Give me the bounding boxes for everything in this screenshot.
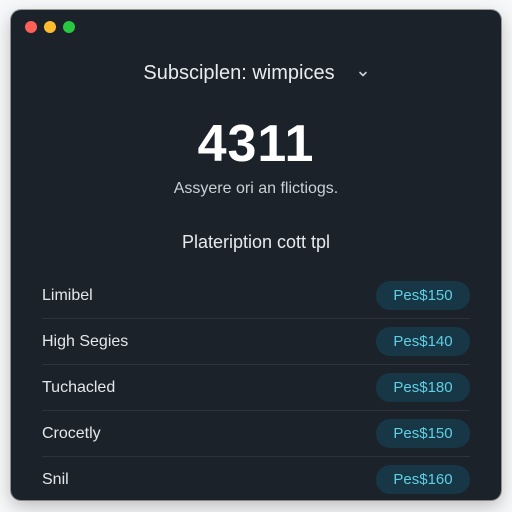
price-badge[interactable]: Pes$180 [376,373,470,402]
list-item[interactable]: Tuchacled Pes$180 [42,365,470,411]
list-item[interactable]: Limibel Pes$150 [42,273,470,319]
plan-label: Tuchacled [42,378,116,396]
minimize-window-button[interactable] [44,21,56,33]
price-badge[interactable]: Pes$160 [376,465,470,494]
window-controls [25,21,75,33]
price-badge[interactable]: Pes$150 [376,419,470,448]
maximize-window-button[interactable] [63,21,75,33]
subscription-title: Subsciplen: wimpices [143,62,335,84]
close-window-button[interactable] [25,21,37,33]
price-badge[interactable]: Pes$140 [376,327,470,356]
section-title: Plateription cott tpl [181,232,331,252]
price-badge[interactable]: Pes$150 [376,281,470,310]
total-caption: Assyere ori an flictiogs. [173,180,339,197]
list-item[interactable]: High Segies Pes$140 [42,319,470,365]
list-item[interactable]: Crocetly Pes$150 [42,411,470,457]
plan-label: High Segies [42,332,129,350]
plan-label: Snil [42,470,69,488]
chevron-down-icon[interactable] [357,68,369,80]
total-value: 4311 [197,115,315,173]
app-window: Subsciplen: wimpices 4311 Assyere ori an… [11,10,501,500]
plan-list: Limibel Pes$150 High Segies Pes$140 Tuch… [42,273,470,500]
plan-label: Limibel [42,286,93,304]
list-item[interactable]: Snil Pes$160 [42,457,470,500]
subscription-selector[interactable]: Subsciplen: wimpices [11,62,501,85]
plan-label: Crocetly [42,424,101,442]
